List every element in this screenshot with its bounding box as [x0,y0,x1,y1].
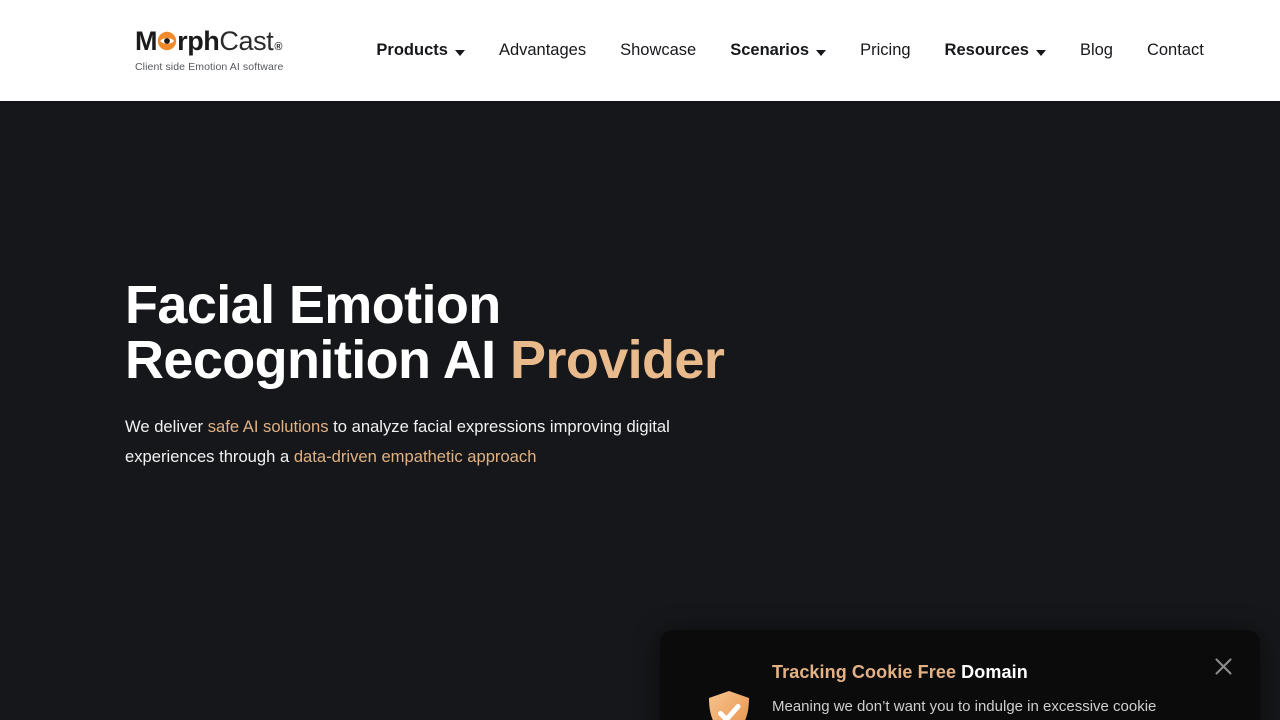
page-title: Facial Emotion Recognition AI Provider [125,275,765,391]
hero-section: Facial Emotion Recognition AI Provider W… [0,101,1280,720]
hero-content: Facial Emotion Recognition AI Provider W… [125,275,765,472]
nav-item-label: Pricing [860,41,911,59]
hero-title-accent: Provider [509,330,725,391]
chevron-down-icon [816,49,827,56]
cookie-notice-panel: Tracking Cookie Free Domain Meaning we d… [660,630,1260,720]
hero-title-line1: Facial Emotion [125,275,501,335]
brand-tagline: Client side Emotion AI software [135,61,284,74]
brand-letters-rph: rph [177,26,220,57]
nav-item-products[interactable]: Products [359,41,482,60]
cookie-notice-title: Tracking Cookie Free Domain [772,662,1260,683]
brand-letter-m: M [135,26,158,57]
hero-sub-accent2: data-driven empathetic approach [293,447,537,467]
brand-logo[interactable]: M rph Cast ® Client side Emotion AI soft… [135,28,283,73]
nav-item-advantages[interactable]: Advantages [482,41,603,60]
nav-item-label: Scenarios [730,41,810,59]
nav-item-resources[interactable]: Resources [928,41,1063,60]
close-icon[interactable] [1210,653,1236,679]
cookie-notice-text: Meaning we don’t want you to indulge in … [772,698,1157,715]
nav-item-contact[interactable]: Contact [1130,41,1221,60]
nav-item-label: Resources [944,41,1029,59]
nav-item-label: Contact [1146,41,1204,59]
brand-trademark: ® [274,41,283,54]
nav-item-label: Products [376,41,448,59]
chevron-down-icon [1035,49,1046,56]
shield-check-icon [708,690,750,720]
hero-sub-part1: We deliver [125,417,208,437]
chevron-down-icon [454,49,465,56]
eye-icon [157,31,177,51]
nav-item-scenarios[interactable]: Scenarios [713,41,843,60]
main-navigation: Products Advantages Showcase Scenarios P… [359,41,1220,60]
cookie-title-plain: Domain [956,662,1028,682]
cookie-title-accent: Tracking Cookie Free [772,662,957,682]
hero-sub-accent1: safe AI solutions [207,417,329,437]
nav-item-pricing[interactable]: Pricing [843,41,927,60]
cookie-notice-body: Tracking Cookie Free Domain Meaning we d… [772,662,1260,720]
nav-item-label: Blog [1079,41,1113,59]
nav-item-label: Showcase [620,41,697,59]
nav-item-blog[interactable]: Blog [1063,41,1130,60]
nav-item-showcase[interactable]: Showcase [603,41,713,60]
hero-title-line2: Recognition AI [125,330,510,391]
nav-item-label: Advantages [498,41,587,59]
hero-subtitle: We deliver safe AI solutions to analyze … [125,412,705,472]
brand-word-cast: Cast [219,26,274,57]
brand-wordmark: M rph Cast ® [135,28,283,55]
site-header: M rph Cast ® Client side Emotion AI soft… [0,0,1280,101]
